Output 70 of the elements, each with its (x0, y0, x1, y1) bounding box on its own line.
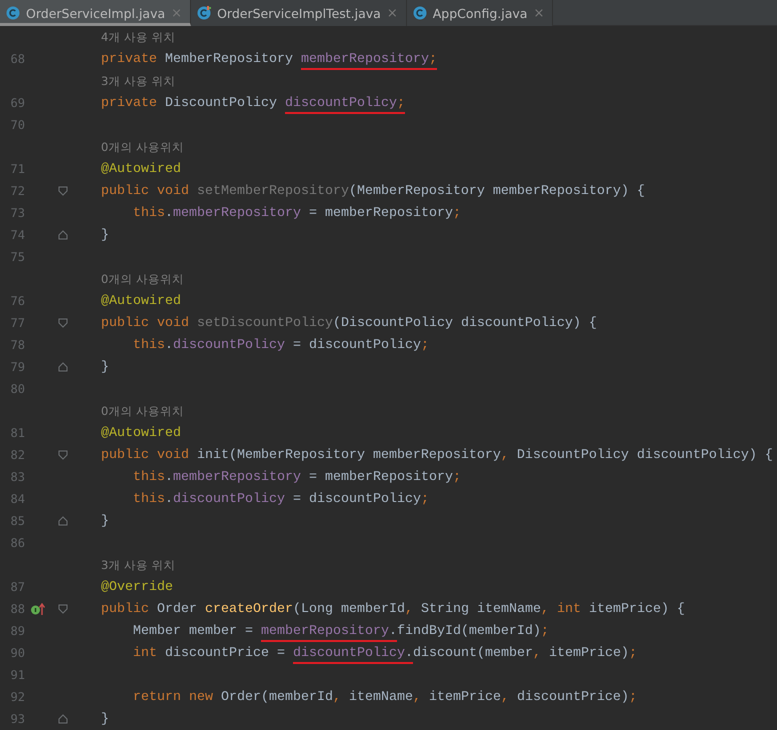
code-line: return new Order(memberId, itemName, itemPrice, discountPrice); (132, 690, 637, 704)
fold-icon[interactable] (58, 450, 68, 460)
line-number: 90 (10, 646, 25, 660)
code-line: this.memberRepository = memberRepository; (132, 470, 461, 484)
code-line: @Override (100, 580, 173, 594)
line-number: 91 (10, 668, 25, 682)
line-number: 78 (10, 338, 25, 352)
code-line: @Autowired (100, 162, 181, 176)
line-number: 84 (10, 492, 25, 506)
line-number: 68 (10, 52, 25, 66)
editor-tab[interactable]: OrderServiceImpl.java × (0, 0, 192, 26)
class-icon (197, 6, 212, 20)
code-line: public Order createOrder(Long memberId, String itemName, int itemPrice) { (100, 602, 685, 616)
editor-tab[interactable]: OrderServiceImplTest.java × (191, 0, 407, 26)
fold-icon[interactable] (58, 230, 68, 240)
fold-icon[interactable] (58, 714, 68, 724)
code-line: } (100, 228, 109, 242)
fold-icon[interactable] (58, 362, 68, 372)
line-number: 92 (10, 690, 25, 704)
line-number: 71 (10, 162, 25, 176)
usage-hint[interactable]: 3개 사용 위치 (80, 558, 176, 572)
line-number: 82 (10, 448, 25, 462)
fold-icon[interactable] (58, 318, 68, 328)
line-number: 88 (10, 602, 25, 616)
close-button[interactable]: × (533, 6, 544, 20)
code-line: this.discountPolicy = discountPolicy; (132, 338, 429, 352)
line-number: 81 (10, 426, 25, 440)
line-number: 89 (10, 624, 25, 638)
line-number: 70 (10, 118, 25, 132)
code-line: int discountPrice = discountPolicy.discount(member, itemPrice); (80, 646, 637, 660)
class-icon (6, 6, 20, 20)
line-number: 93 (10, 712, 25, 726)
line-number: 72 (10, 184, 25, 198)
code-line: } (100, 360, 109, 374)
code-line: } (100, 712, 109, 726)
line-number: 85 (10, 514, 25, 528)
usage-hint[interactable]: 0개의 사용위치 (80, 272, 184, 286)
line-number: 69 (10, 96, 25, 110)
close-button[interactable]: × (386, 6, 398, 20)
line-number: 75 (10, 250, 25, 264)
line-number: 73 (10, 206, 25, 220)
code-line: Member member = memberRepository.findById(memberId); (80, 624, 549, 638)
line-number: 76 (10, 294, 25, 308)
line-number: 74 (10, 228, 25, 242)
usage-hint[interactable]: 0개의 사용위치 (80, 140, 184, 154)
usage-hint[interactable]: 3개 사용 위치 (80, 74, 176, 88)
line-number: 79 (10, 360, 25, 374)
code-line: public void setMemberRepository(MemberRepository memberRepository) { (100, 184, 645, 198)
code-line: public void init(MemberRepository memberRepository, DiscountPolicy discountPolicy) { (100, 448, 773, 462)
code-line: this.discountPolicy = discountPolicy; (132, 492, 429, 506)
override-marker-icon[interactable] (31, 603, 45, 615)
code-line: @Autowired (100, 426, 181, 440)
fold-icon[interactable] (58, 604, 68, 614)
class-icon (412, 6, 427, 20)
code-line: this.memberRepository = memberRepository; (132, 206, 461, 220)
line-number: 86 (10, 536, 25, 550)
line-number: 80 (10, 382, 25, 396)
code-line: public void setDiscountPolicy(DiscountPolicy discountPolicy) { (100, 316, 597, 330)
usage-hint[interactable]: 0개의 사용위치 (80, 404, 184, 418)
code-line: @Autowired (100, 294, 181, 308)
code-line: } (100, 514, 109, 528)
line-number: 77 (10, 316, 25, 330)
fold-icon[interactable] (58, 186, 68, 196)
code-line: private DiscountPolicy discountPolicy; (80, 96, 405, 110)
code-line: private MemberRepository memberRepository; (80, 52, 437, 66)
editor-tab[interactable]: AppConfig.java × (406, 0, 554, 26)
line-number: 83 (10, 470, 25, 484)
fold-icon[interactable] (58, 516, 68, 526)
line-number: 87 (10, 580, 25, 594)
usage-hint[interactable]: 4개 사용 위치 (80, 30, 176, 44)
